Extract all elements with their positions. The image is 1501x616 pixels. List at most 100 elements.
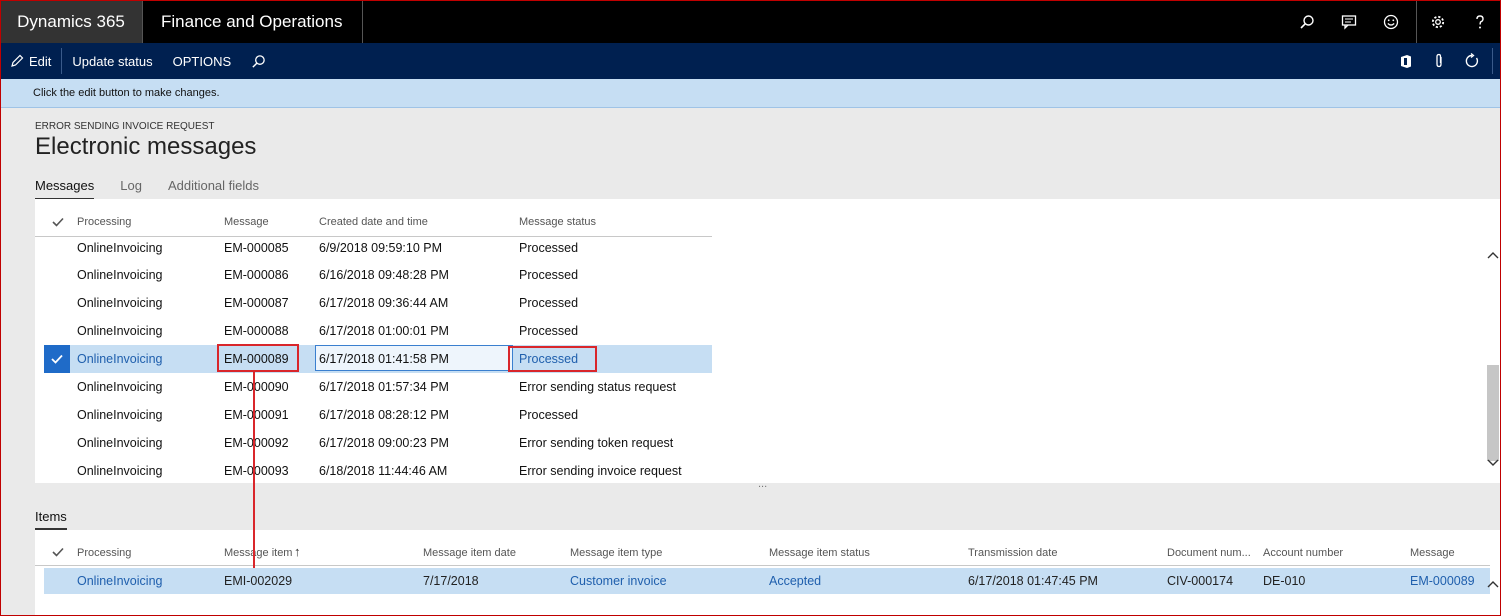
cell-processing: OnlineInvoicing <box>77 241 163 255</box>
action-search-button[interactable] <box>241 43 276 79</box>
cell-created: 6/18/2018 11:44:46 AM <box>319 464 448 478</box>
column-header-message-item-date[interactable]: Message item date <box>423 547 516 559</box>
column-header-message-status[interactable]: Message status <box>519 216 596 228</box>
tab-strip: Messages Log Additional fields <box>35 178 285 200</box>
refresh-icon[interactable] <box>1455 43 1488 79</box>
sort-ascending-icon: ↑ <box>294 544 301 559</box>
cell-processing-link[interactable]: OnlineInvoicing <box>77 574 162 588</box>
top-icons <box>1286 0 1501 43</box>
edit-label: Edit <box>29 53 52 69</box>
tab-messages[interactable]: Messages <box>35 178 95 200</box>
cell-status: Error sending token request <box>519 436 674 450</box>
column-header-account-number[interactable]: Account number <box>1263 547 1343 559</box>
gear-icon[interactable] <box>1417 0 1459 43</box>
cell-processing-link[interactable]: OnlineInvoicing <box>77 352 162 366</box>
cell-message: EM-000092 <box>224 436 289 450</box>
tab-log[interactable]: Log <box>120 178 142 200</box>
column-header-message-item-status[interactable]: Message item status <box>769 547 870 559</box>
column-header-message-item[interactable]: Message item <box>224 547 292 559</box>
cell-message: EM-000091 <box>224 408 289 422</box>
column-header-message-item-type[interactable]: Message item type <box>570 547 662 559</box>
chevron-up-icon[interactable] <box>1487 251 1499 259</box>
table-row[interactable]: OnlineInvoicing EM-000085 6/9/2018 09:59… <box>44 234 712 262</box>
items-section-label[interactable]: Items <box>35 509 67 530</box>
row-selected-check[interactable] <box>44 345 70 373</box>
column-header-document-number[interactable]: Document num... <box>1167 547 1251 559</box>
cell-message-item-date: 7/17/2018 <box>423 574 479 588</box>
update-status-label: Update status <box>72 53 153 69</box>
cell-created: 6/16/2018 09:48:28 PM <box>319 268 449 282</box>
column-header-processing[interactable]: Processing <box>77 547 131 559</box>
edit-button[interactable]: Edit <box>0 43 61 79</box>
smiley-icon[interactable] <box>1370 0 1412 43</box>
highlight-connector-line <box>253 372 255 568</box>
search-icon <box>252 54 265 68</box>
cell-message: EM-000093 <box>224 464 289 478</box>
scrollbar-thumb[interactable] <box>1487 365 1499 461</box>
table-row-selected[interactable]: OnlineInvoicing EM-000089 6/17/2018 01:4… <box>44 345 712 373</box>
highlight-message-status <box>508 346 597 372</box>
table-row-selected[interactable]: OnlineInvoicing EMI-002029 7/17/2018 Cus… <box>44 568 1490 594</box>
highlight-message-id <box>217 344 299 372</box>
cell-status: Error sending invoice request <box>519 464 682 478</box>
attachment-icon[interactable] <box>1422 43 1455 79</box>
action-pane: Edit Update status OPTIONS <box>0 43 1501 79</box>
cell-created: 6/17/2018 01:41:58 PM <box>319 352 449 366</box>
column-header-transmission-date[interactable]: Transmission date <box>968 547 1057 559</box>
select-all-check-icon[interactable] <box>52 217 64 227</box>
table-row[interactable]: OnlineInvoicing EM-000093 6/18/2018 11:4… <box>44 457 712 485</box>
table-row[interactable]: OnlineInvoicing EM-000087 6/17/2018 09:3… <box>44 289 712 317</box>
top-navigation-bar: Dynamics 365 Finance and Operations <box>0 0 1501 43</box>
cell-processing: OnlineInvoicing <box>77 436 163 450</box>
column-header-message[interactable]: Message <box>1410 547 1455 559</box>
chevron-down-icon[interactable] <box>1487 459 1499 467</box>
help-icon[interactable] <box>1459 0 1501 43</box>
module-title[interactable]: Finance and Operations <box>143 0 363 43</box>
table-row[interactable]: OnlineInvoicing EM-000088 6/17/2018 01:0… <box>44 317 712 345</box>
table-row[interactable]: OnlineInvoicing EM-000092 6/17/2018 09:0… <box>44 429 712 457</box>
page-caption: ERROR SENDING INVOICE REQUEST <box>35 121 215 132</box>
cell-message: EM-000090 <box>224 380 289 394</box>
office-icon[interactable] <box>1389 43 1422 79</box>
messages-scrollbar[interactable] <box>1485 237 1501 483</box>
cell-document-number: CIV-000174 <box>1167 574 1234 588</box>
cell-created: 6/17/2018 08:28:12 PM <box>319 408 449 422</box>
cell-created: 6/17/2018 09:00:23 PM <box>319 436 449 450</box>
cell-processing: OnlineInvoicing <box>77 268 163 282</box>
pane-splitter-handle[interactable]: ... <box>758 478 767 490</box>
cell-created: 6/17/2018 01:00:01 PM <box>319 324 449 338</box>
search-icon[interactable] <box>1286 0 1328 43</box>
select-all-check-icon[interactable] <box>52 547 64 557</box>
column-header-created-date[interactable]: Created date and time <box>319 216 428 228</box>
options-button[interactable]: OPTIONS <box>163 43 242 79</box>
checkmark-icon <box>51 354 63 364</box>
cell-processing: OnlineInvoicing <box>77 296 163 310</box>
tab-additional-fields[interactable]: Additional fields <box>168 178 259 200</box>
cell-message-item: EMI-002029 <box>224 574 293 588</box>
cell-status: Processed <box>519 268 579 282</box>
cell-processing: OnlineInvoicing <box>77 408 163 422</box>
info-message-bar: Click the edit button to make changes. <box>0 79 1501 108</box>
cell-transmission-date: 6/17/2018 01:47:45 PM <box>968 574 1098 588</box>
cell-message: EM-000087 <box>224 296 289 310</box>
cell-status: Processed <box>519 296 579 310</box>
column-header-message[interactable]: Message <box>224 216 269 228</box>
cell-created: 6/9/2018 09:59:10 PM <box>319 241 443 255</box>
message-icon[interactable] <box>1328 0 1370 43</box>
update-status-button[interactable]: Update status <box>62 43 162 79</box>
cell-message-link[interactable]: EM-000089 <box>1410 574 1475 588</box>
table-row[interactable]: OnlineInvoicing EM-000086 6/16/2018 09:4… <box>44 261 712 289</box>
items-scrollbar[interactable] <box>1485 566 1501 616</box>
cell-status: Error sending status request <box>519 380 677 394</box>
cell-message-item-status-link[interactable]: Accepted <box>769 574 821 588</box>
brand-button[interactable]: Dynamics 365 <box>0 0 143 43</box>
action-pane-right <box>1389 43 1501 79</box>
chevron-up-icon[interactable] <box>1487 580 1499 588</box>
page-title: Electronic messages <box>35 133 257 160</box>
cell-message: EM-000085 <box>224 241 289 255</box>
table-row[interactable]: OnlineInvoicing EM-000090 6/17/2018 01:5… <box>44 373 712 401</box>
divider <box>1492 48 1493 74</box>
cell-message-item-type-link[interactable]: Customer invoice <box>570 574 667 588</box>
table-row[interactable]: OnlineInvoicing EM-000091 6/17/2018 08:2… <box>44 401 712 429</box>
column-header-processing[interactable]: Processing <box>77 216 131 228</box>
